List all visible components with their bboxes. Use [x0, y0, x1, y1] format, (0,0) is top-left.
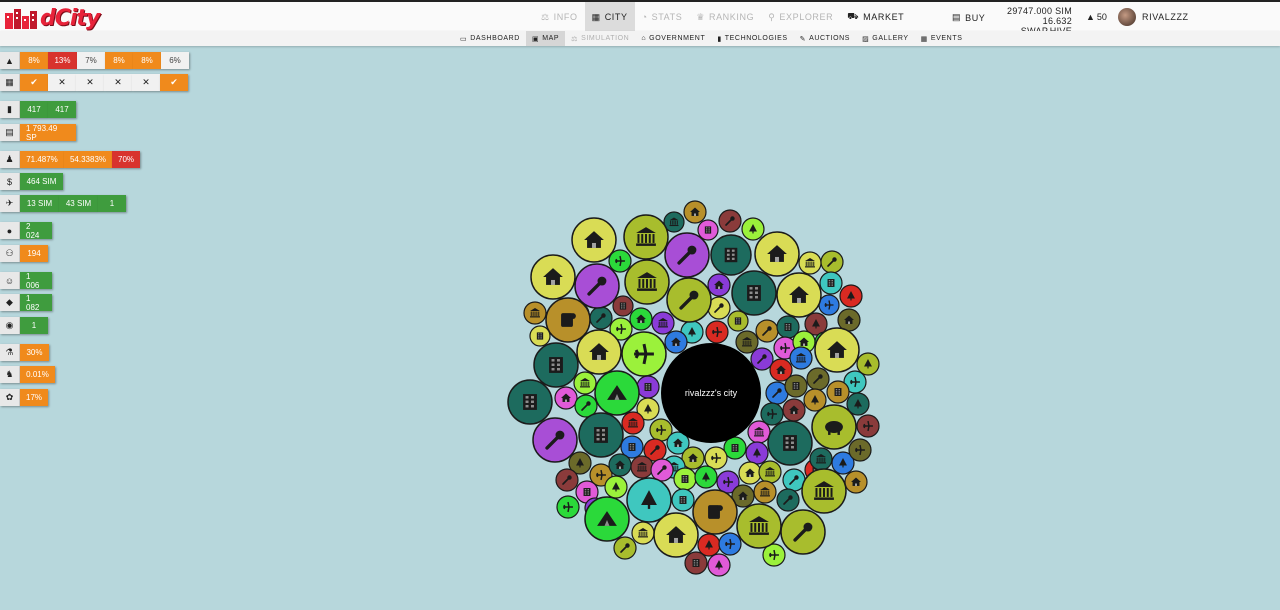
building-paper[interactable]: [545, 297, 591, 343]
building-house[interactable]: [571, 217, 617, 263]
building-office[interactable]: [731, 270, 777, 316]
building-office[interactable]: [578, 412, 624, 458]
building-small[interactable]: [673, 467, 697, 491]
building-house[interactable]: [814, 327, 860, 373]
building-house[interactable]: [776, 272, 822, 318]
building-small[interactable]: [697, 219, 719, 241]
building-small[interactable]: [629, 307, 653, 331]
building-small[interactable]: [820, 250, 844, 274]
building-small[interactable]: [741, 217, 765, 241]
building-small[interactable]: [826, 380, 850, 404]
building-small[interactable]: [705, 320, 729, 344]
building-small[interactable]: [839, 284, 863, 308]
building-small[interactable]: [806, 367, 830, 391]
building-small[interactable]: [650, 458, 674, 482]
building-small[interactable]: [758, 460, 782, 484]
building-tent[interactable]: [584, 496, 630, 542]
building-small[interactable]: [683, 200, 707, 224]
building-wrench[interactable]: [532, 417, 578, 463]
building-small[interactable]: [613, 536, 637, 560]
building-small[interactable]: [555, 468, 579, 492]
building-small[interactable]: [694, 465, 718, 489]
building-house[interactable]: [530, 254, 576, 300]
building-small[interactable]: [612, 295, 634, 317]
building-small[interactable]: [630, 455, 654, 479]
building-small[interactable]: [529, 325, 551, 347]
building-house[interactable]: [653, 512, 699, 558]
building-small[interactable]: [818, 294, 840, 316]
building-small[interactable]: [604, 475, 628, 499]
building-small[interactable]: [745, 441, 769, 465]
building-tree[interactable]: [626, 477, 672, 523]
building-small[interactable]: [621, 411, 645, 435]
building-wrench[interactable]: [666, 277, 712, 323]
building-small[interactable]: [718, 532, 742, 556]
building-small[interactable]: [589, 306, 613, 330]
building-small[interactable]: [819, 271, 843, 295]
building-small[interactable]: [684, 551, 708, 575]
building-plane[interactable]: [621, 331, 667, 377]
building-bank[interactable]: [623, 214, 669, 260]
building-small[interactable]: [631, 521, 655, 545]
building-office[interactable]: [710, 234, 752, 276]
building-small[interactable]: [573, 371, 597, 395]
building-small[interactable]: [856, 414, 880, 438]
building-small[interactable]: [848, 438, 872, 462]
building-small[interactable]: [523, 301, 547, 325]
building-paper[interactable]: [692, 489, 738, 535]
building-small[interactable]: [651, 311, 675, 335]
building-house[interactable]: [576, 329, 622, 375]
building-office[interactable]: [767, 420, 813, 466]
building-small[interactable]: [776, 488, 800, 512]
building-piggy[interactable]: [811, 404, 857, 450]
building-office[interactable]: [533, 342, 579, 388]
building-small[interactable]: [784, 374, 808, 398]
building-small[interactable]: [671, 488, 695, 512]
building-small[interactable]: [738, 461, 762, 485]
building-small[interactable]: [735, 330, 759, 354]
building-small[interactable]: [789, 346, 813, 370]
building-small[interactable]: [798, 251, 822, 275]
building-small[interactable]: [747, 420, 771, 444]
building-small[interactable]: [753, 480, 777, 504]
building-bank[interactable]: [624, 259, 670, 305]
building-house[interactable]: [754, 231, 800, 277]
building-small[interactable]: [554, 386, 578, 410]
building-small[interactable]: [718, 209, 742, 233]
building-tent[interactable]: [594, 370, 640, 416]
building-bank[interactable]: [801, 468, 847, 514]
building-small[interactable]: [556, 495, 580, 519]
building-small[interactable]: [782, 398, 806, 422]
building-wrench[interactable]: [664, 232, 710, 278]
building-bank[interactable]: [736, 503, 782, 549]
city-map[interactable]: rivalzzz's city: [0, 0, 1280, 610]
building-small[interactable]: [707, 273, 731, 297]
building-small[interactable]: [636, 375, 660, 399]
building-small[interactable]: [707, 553, 731, 577]
building-small[interactable]: [750, 347, 774, 371]
building-small[interactable]: [755, 319, 779, 343]
building-small[interactable]: [608, 453, 632, 477]
building-small[interactable]: [844, 470, 868, 494]
city-name: rivalzzz's city: [685, 388, 738, 398]
building-wrench[interactable]: [574, 263, 620, 309]
building-tower[interactable]: [507, 379, 553, 425]
building-small[interactable]: [809, 447, 833, 471]
building-small[interactable]: [727, 310, 749, 332]
building-small[interactable]: [664, 330, 688, 354]
city-core[interactable]: rivalzzz's city: [661, 343, 761, 443]
building-wrench[interactable]: [780, 509, 826, 555]
